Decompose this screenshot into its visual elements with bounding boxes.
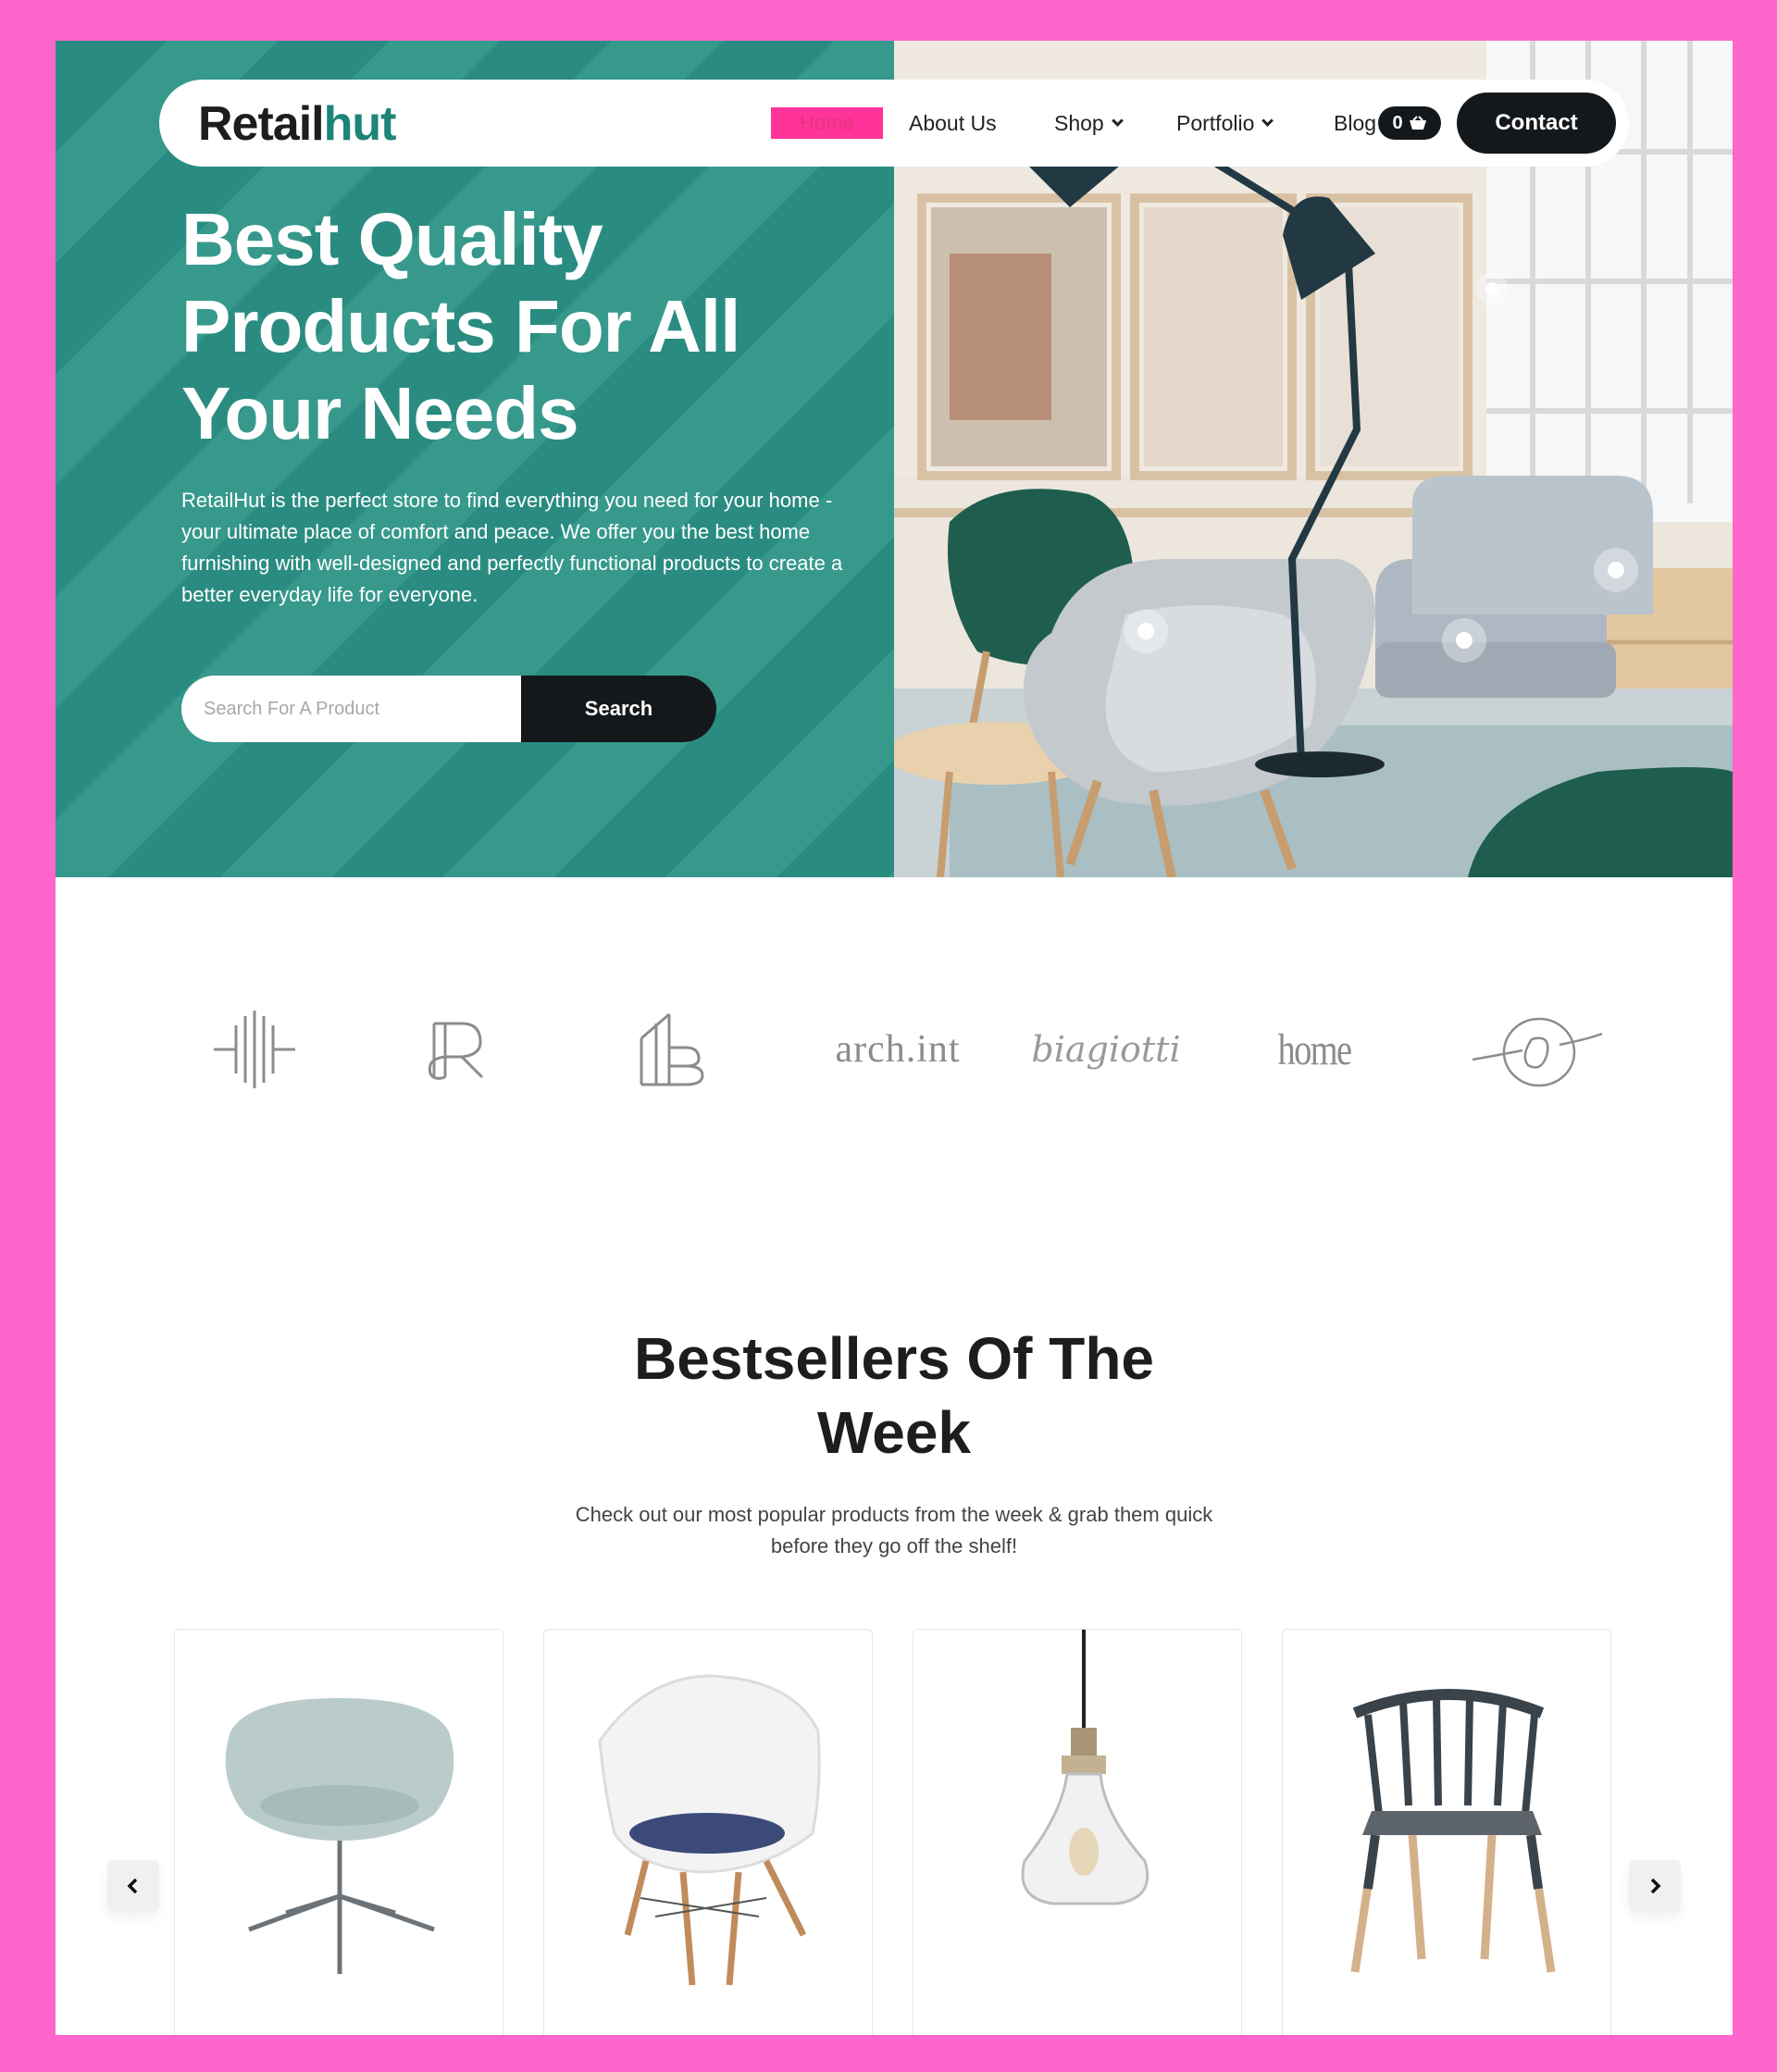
bestsellers-title-line-1: Bestsellers Of The [634, 1325, 1154, 1392]
hero-title-line-1: Best Quality [181, 198, 603, 280]
pendant-lamp-image [1021, 1630, 1149, 1905]
brand-logos-row: arch.int biagiotti home [56, 985, 1733, 1114]
nav-blog-label: Blog [1334, 111, 1377, 135]
chevron-left-icon [127, 1878, 138, 1894]
hero-title-line-3: Your Needs [181, 372, 579, 454]
nav-portfolio-label: Portfolio [1176, 111, 1255, 135]
nav-home-link[interactable]: Home [771, 107, 883, 139]
pillars-logo [204, 985, 305, 1114]
arch-int-logo: arch.int [835, 1028, 961, 1071]
product-card-eames-chair[interactable] [543, 1629, 873, 2035]
nav-shop-label: Shop [1054, 111, 1104, 135]
contact-button[interactable]: Contact [1457, 93, 1616, 154]
search-form: Search [181, 676, 716, 742]
cart-button[interactable]: 0 [1378, 106, 1441, 140]
hero-description: RetailHut is the perfect store to find e… [181, 489, 843, 606]
nav-about-label: About Us [909, 111, 997, 135]
search-button[interactable]: Search [521, 676, 716, 742]
hero-title-line-2: Products For All [181, 285, 740, 367]
chevron-right-icon [1650, 1878, 1661, 1894]
basket-icon [1409, 116, 1426, 130]
nav-portfolio-menu[interactable]: Portfolio [1176, 107, 1274, 139]
site-logo[interactable]: Retailhut [198, 96, 397, 152]
product-card-pendant-lamp[interactable] [913, 1629, 1242, 2035]
eames-chair-image [598, 1674, 821, 1986]
chevron-down-icon [1261, 114, 1274, 127]
bestsellers-title-line-2: Week [816, 1399, 972, 1466]
product-carousel [56, 1629, 1733, 2035]
search-input[interactable] [181, 676, 521, 742]
carousel-next-button[interactable] [1629, 1860, 1681, 1912]
hero-title: Best Quality Products For All Your Needs [181, 196, 848, 457]
r-monogram-logo [416, 985, 500, 1114]
top-navbar: Retailhut Home About Us Shop Portfolio B… [159, 80, 1629, 167]
logo-text-retail: Retail [198, 97, 325, 151]
bestsellers-description: Check out our most popular products from… [575, 1503, 1213, 1557]
o-script-logo [1462, 985, 1610, 1114]
cart-count: 0 [1392, 112, 1403, 133]
logo-text-hut: hut [323, 97, 397, 151]
home-logo: home [1277, 1024, 1353, 1074]
product-card-lounge-chair[interactable] [174, 1629, 503, 2035]
product-card-spindle-chair[interactable] [1282, 1629, 1611, 2035]
lounge-chair-image [225, 1698, 454, 1974]
hero-section: Best Quality Products For All Your Needs… [56, 41, 1733, 877]
building-b-logo [629, 985, 713, 1114]
chevron-down-icon [1111, 114, 1124, 127]
carousel-prev-button[interactable] [107, 1860, 159, 1912]
biagiotti-logo: biagiotti [1031, 1029, 1181, 1070]
page-frame: Best Quality Products For All Your Needs… [56, 41, 1733, 2035]
spindle-chair-image [1350, 1689, 1556, 1973]
nav-about-link[interactable]: About Us [909, 107, 997, 139]
bestsellers-title: Bestsellers Of The Week [56, 1321, 1733, 1470]
nav-shop-menu[interactable]: Shop [1054, 107, 1124, 139]
